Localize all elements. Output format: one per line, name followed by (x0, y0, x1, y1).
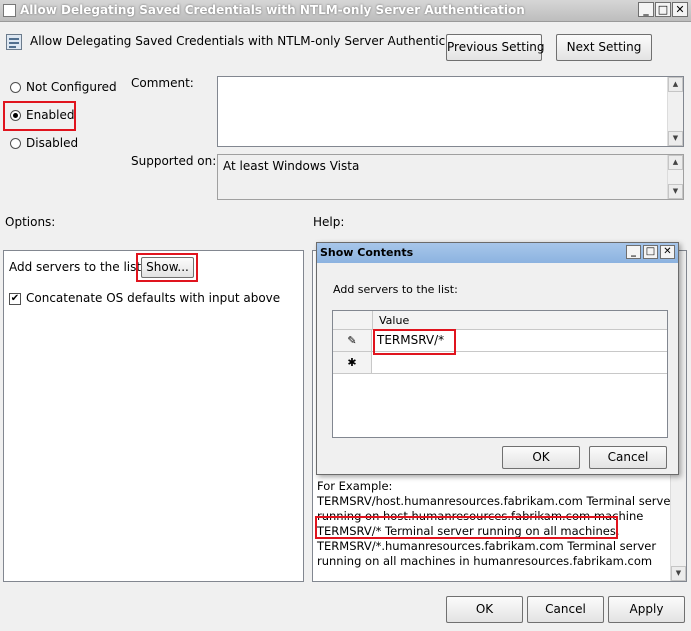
help-label: Help: (313, 215, 345, 229)
close-button[interactable]: ✕ (672, 2, 688, 17)
dialog-minimize-button[interactable]: _ (626, 245, 641, 259)
help-line: For Example: (317, 479, 393, 493)
scroll-down-icon[interactable]: ▼ (668, 131, 683, 146)
concatenate-label: Concatenate OS defaults with input above (26, 291, 281, 305)
ok-button[interactable]: OK (446, 596, 523, 623)
not-configured-label: Not Configured (26, 80, 117, 94)
comment-scrollbar[interactable]: ▲ ▼ (667, 77, 683, 146)
value-column-header: Value (379, 314, 410, 327)
not-configured-radio[interactable] (10, 82, 21, 93)
add-servers-label: Add servers to the list: (9, 260, 146, 274)
scroll-up-icon[interactable]: ▲ (668, 77, 683, 92)
options-label: Options: (5, 215, 56, 229)
help-highlight (315, 516, 618, 539)
dialog-ok-button[interactable]: OK (502, 446, 580, 469)
dialog-cancel-button[interactable]: Cancel (589, 446, 667, 469)
policy-icon (6, 34, 22, 50)
show-contents-dialog: Show Contents _ □ ✕ Add servers to the l… (316, 242, 679, 475)
help-line: TERMSRV/*.humanresources.fabrikam.com Te… (317, 539, 657, 553)
supported-scrollbar[interactable]: ▲ ▼ (667, 155, 683, 199)
window-icon (3, 4, 16, 17)
options-panel: Add servers to the list: Show... ✔ Conca… (3, 250, 304, 582)
dialog-title-bar: Show Contents _ □ ✕ (317, 243, 678, 263)
dialog-close-button[interactable]: ✕ (660, 245, 675, 259)
help-line: TERMSRV/host.humanresources.fabrikam.com… (317, 494, 676, 508)
dialog-maximize-button[interactable]: □ (643, 245, 658, 259)
title-bar: Allow Delegating Saved Credentials with … (0, 0, 691, 22)
concatenate-checkbox[interactable]: ✔ (9, 293, 21, 305)
enabled-radio[interactable] (10, 110, 21, 121)
grid-row[interactable]: ✱ (333, 352, 667, 374)
minimize-button[interactable]: _ (638, 2, 654, 17)
help-line: running on all machines in humanresource… (317, 554, 653, 568)
supported-on-box: At least Windows Vista ▲ ▼ (217, 154, 684, 200)
value-highlight (373, 329, 456, 355)
dialog-prompt: Add servers to the list: (333, 283, 458, 296)
apply-button[interactable]: Apply (608, 596, 685, 623)
scroll-up-icon[interactable]: ▲ (668, 155, 683, 170)
policy-name: Allow Delegating Saved Credentials with … (30, 34, 476, 48)
window-title: Allow Delegating Saved Credentials with … (20, 3, 525, 17)
edit-row-icon: ✎ (333, 330, 372, 351)
comment-label: Comment: (131, 76, 194, 90)
supported-on-value: At least Windows Vista (223, 159, 360, 173)
show-button[interactable]: Show... (141, 257, 194, 278)
scroll-down-icon[interactable]: ▼ (671, 566, 686, 581)
grid-header: Value (333, 311, 667, 330)
previous-setting-button[interactable]: Previous Setting (446, 34, 545, 61)
maximize-button[interactable]: □ (655, 2, 671, 17)
disabled-radio[interactable] (10, 138, 21, 149)
supported-on-label: Supported on: (131, 154, 217, 168)
comment-textarea[interactable]: ▲ ▼ (217, 76, 684, 147)
scroll-down-icon[interactable]: ▼ (668, 184, 683, 199)
next-setting-button[interactable]: Next Setting (556, 34, 652, 61)
cancel-button[interactable]: Cancel (527, 596, 604, 623)
dialog-title: Show Contents (320, 246, 414, 259)
disabled-label: Disabled (26, 136, 79, 150)
new-row-icon: ✱ (333, 352, 372, 373)
enabled-label: Enabled (26, 108, 75, 122)
